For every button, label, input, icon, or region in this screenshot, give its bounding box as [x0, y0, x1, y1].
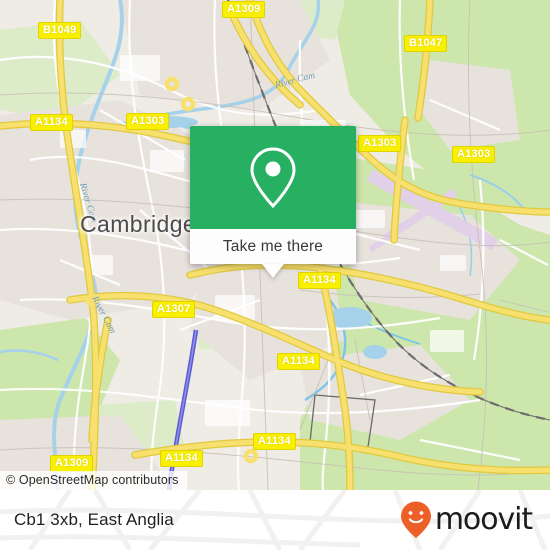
card-pointer-tail	[262, 264, 284, 278]
take-me-there-button[interactable]: Take me there	[190, 229, 356, 264]
road-shield-label: A1309	[227, 3, 261, 15]
road-shield-label: A1134	[303, 274, 336, 286]
road-shield: A1309	[222, 1, 266, 18]
road-shield: A1134	[160, 450, 203, 467]
card-pin-area	[190, 126, 356, 229]
road-shield: A1307	[152, 301, 196, 318]
place-title: Cb1 3xb, East Anglia	[14, 510, 174, 529]
road-shield: A1309	[50, 455, 94, 472]
road-shield: A1134	[277, 353, 320, 370]
screenshot-root: River Cam River Cam River Cam A1309 B1049…	[0, 0, 550, 550]
road-shield-label: A1134	[258, 435, 291, 447]
location-callout-card[interactable]: Take me there	[190, 126, 356, 278]
city-label-text: Cambridge	[80, 211, 197, 237]
road-shield: A1134	[30, 114, 73, 131]
moovit-pin-smiley-icon	[400, 501, 431, 538]
road-shield: B1049	[38, 22, 82, 39]
moovit-wordmark: moovit	[434, 502, 533, 537]
take-me-there-label: Take me there	[222, 237, 324, 255]
city-label: Cambridge	[80, 211, 196, 238]
road-shield: A1303	[126, 113, 170, 130]
road-shield-label: B1049	[43, 24, 77, 36]
road-shield: A1303	[358, 135, 402, 152]
road-shield-label: A1303	[131, 115, 165, 127]
road-shield-label: A1134	[35, 116, 68, 128]
map-pin-icon	[250, 146, 296, 208]
road-shield-label: B1047	[409, 37, 443, 49]
osm-attribution-text: © OpenStreetMap contributors	[6, 473, 179, 487]
road-shield: A1134	[298, 272, 341, 289]
road-shield: A1134	[253, 433, 296, 450]
road-shield: A1303	[452, 146, 496, 163]
road-shield-label: A1309	[55, 457, 89, 469]
road-shield-label: A1134	[165, 452, 198, 464]
road-shield-label: A1307	[157, 303, 191, 315]
road-shield: B1047	[404, 35, 448, 52]
road-shield-label: A1134	[282, 355, 315, 367]
osm-attribution[interactable]: © OpenStreetMap contributors	[0, 471, 187, 490]
moovit-logo[interactable]: moovit	[399, 500, 533, 540]
road-shield-label: A1303	[457, 148, 491, 160]
road-shield-label: A1303	[363, 137, 397, 149]
footer-bar: Cb1 3xb, East Anglia moovit	[0, 490, 550, 550]
